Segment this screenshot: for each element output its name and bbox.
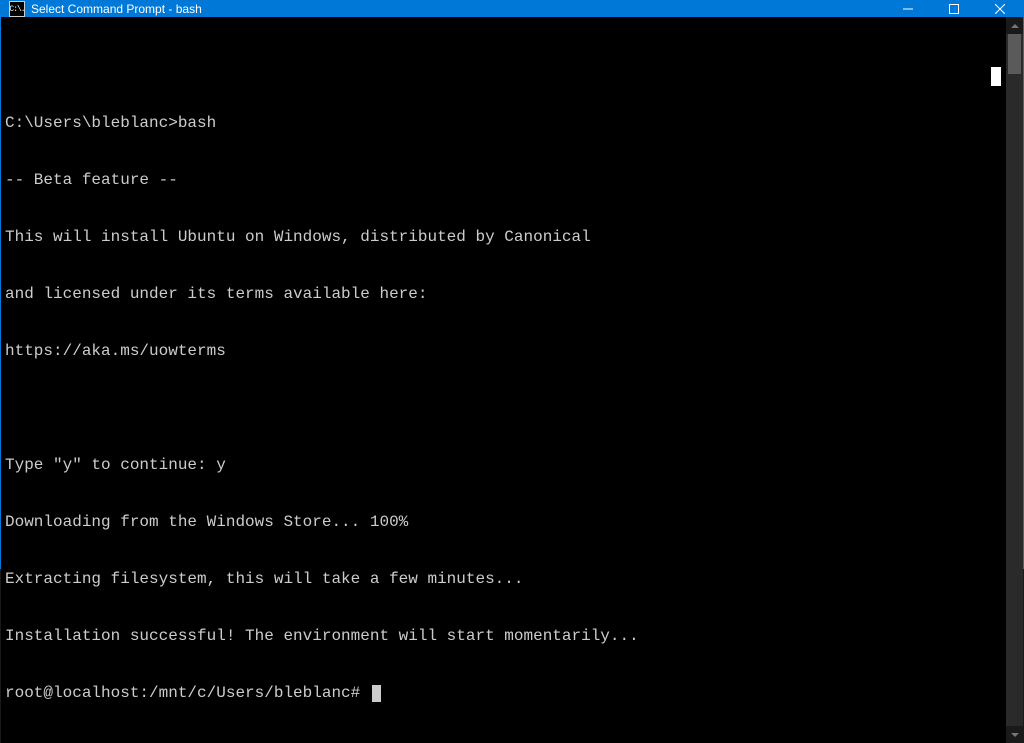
minimize-button[interactable] (885, 1, 931, 17)
terminal-output[interactable]: C:\Users\bleblanc>bash -- Beta feature -… (1, 17, 1006, 743)
terminal-line: C:\Users\bleblanc>bash (5, 114, 1002, 133)
terminal-line (5, 57, 1002, 76)
client-area: C:\Users\bleblanc>bash -- Beta feature -… (1, 17, 1023, 743)
maximize-icon (949, 4, 959, 14)
terminal-line: This will install Ubuntu on Windows, dis… (5, 228, 1002, 247)
close-button[interactable] (977, 1, 1023, 17)
terminal-line: and licensed under its terms available h… (5, 285, 1002, 304)
selection-marker (991, 67, 1001, 86)
chevron-up-icon (1011, 22, 1019, 30)
window-controls (885, 1, 1023, 17)
terminal-line: -- Beta feature -- (5, 171, 1002, 190)
terminal-prompt-line: root@localhost:/mnt/c/Users/bleblanc# (5, 684, 1002, 703)
terminal-line: Type "y" to continue: y (5, 456, 1002, 475)
app-icon: C:\. (9, 1, 25, 17)
window-title: Select Command Prompt - bash (31, 2, 885, 16)
minimize-icon (903, 4, 913, 14)
scrollbar-thumb[interactable] (1008, 34, 1021, 74)
scrollbar-track[interactable] (1006, 34, 1023, 726)
scrollbar-up-button[interactable] (1006, 17, 1023, 34)
terminal-line: Installation successful! The environment… (5, 627, 1002, 646)
titlebar[interactable]: C:\. Select Command Prompt - bash (1, 1, 1023, 17)
close-icon (995, 4, 1005, 14)
terminal-prompt: root@localhost:/mnt/c/Users/bleblanc# (5, 684, 370, 703)
command-prompt-window: C:\. Select Command Prompt - bash C:\Use… (0, 0, 1024, 569)
terminal-line: https://aka.ms/uowterms (5, 342, 1002, 361)
terminal-cursor (372, 685, 381, 702)
terminal-line (5, 399, 1002, 418)
vertical-scrollbar[interactable] (1006, 17, 1023, 743)
maximize-button[interactable] (931, 1, 977, 17)
terminal-line: Downloading from the Windows Store... 10… (5, 513, 1002, 532)
chevron-down-icon (1011, 731, 1019, 739)
scrollbar-down-button[interactable] (1006, 726, 1023, 743)
terminal-line: Extracting filesystem, this will take a … (5, 570, 1002, 589)
